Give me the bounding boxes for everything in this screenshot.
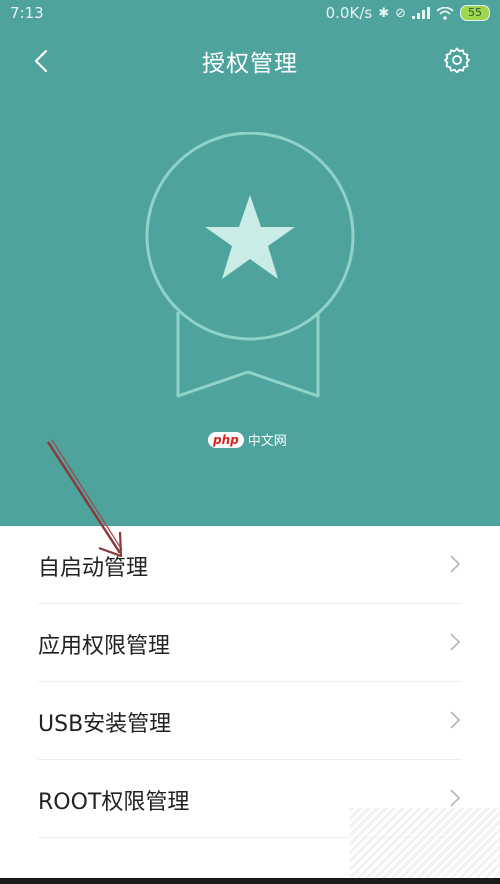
- mute-icon: ⊘: [395, 5, 406, 21]
- battery-icon: 55: [460, 5, 490, 21]
- menu-item-label: 自启动管理: [38, 556, 149, 581]
- network-speed: 0.0K/s: [325, 4, 373, 22]
- watermark-logo: php: [208, 431, 244, 448]
- award-badge-icon: [145, 132, 355, 398]
- chevron-right-icon: [450, 711, 461, 729]
- menu-item-label: USB安装管理: [38, 712, 172, 737]
- title-bar: 授权管理: [0, 38, 500, 84]
- menu-list: 自启动管理 应用权限管理 USB安装管理 ROOT权限管理: [0, 526, 500, 838]
- bluetooth-icon: ✱: [378, 5, 390, 21]
- wifi-icon: [436, 6, 454, 20]
- chevron-right-icon: [450, 633, 461, 651]
- status-right: 0.0K/s ✱ ⊘ 55: [326, 4, 490, 22]
- bottom-edge: [0, 878, 500, 884]
- watermark-text: 中文网: [247, 434, 287, 449]
- signal-icon: [412, 7, 430, 19]
- chevron-right-icon: [450, 555, 461, 573]
- menu-item-label: ROOT权限管理: [38, 790, 190, 815]
- chevron-right-icon: [450, 789, 461, 807]
- menu-item-auto-start[interactable]: 自启动管理: [38, 526, 462, 604]
- menu-item-label: 应用权限管理: [38, 634, 171, 659]
- gear-icon: [444, 47, 470, 73]
- watermark: php 中文网: [208, 430, 287, 449]
- page-title: 授权管理: [202, 51, 298, 77]
- menu-item-usb-install[interactable]: USB安装管理: [38, 682, 462, 760]
- status-time: 7:13: [10, 4, 44, 22]
- menu-item-app-permissions[interactable]: 应用权限管理: [38, 604, 462, 682]
- header-banner: 7:13 0.0K/s ✱ ⊘ 55 授权管理 php 中文网: [0, 0, 500, 526]
- settings-button[interactable]: [442, 45, 472, 75]
- status-bar: 7:13 0.0K/s ✱ ⊘ 55: [0, 0, 500, 28]
- watermark-noise: [350, 808, 500, 878]
